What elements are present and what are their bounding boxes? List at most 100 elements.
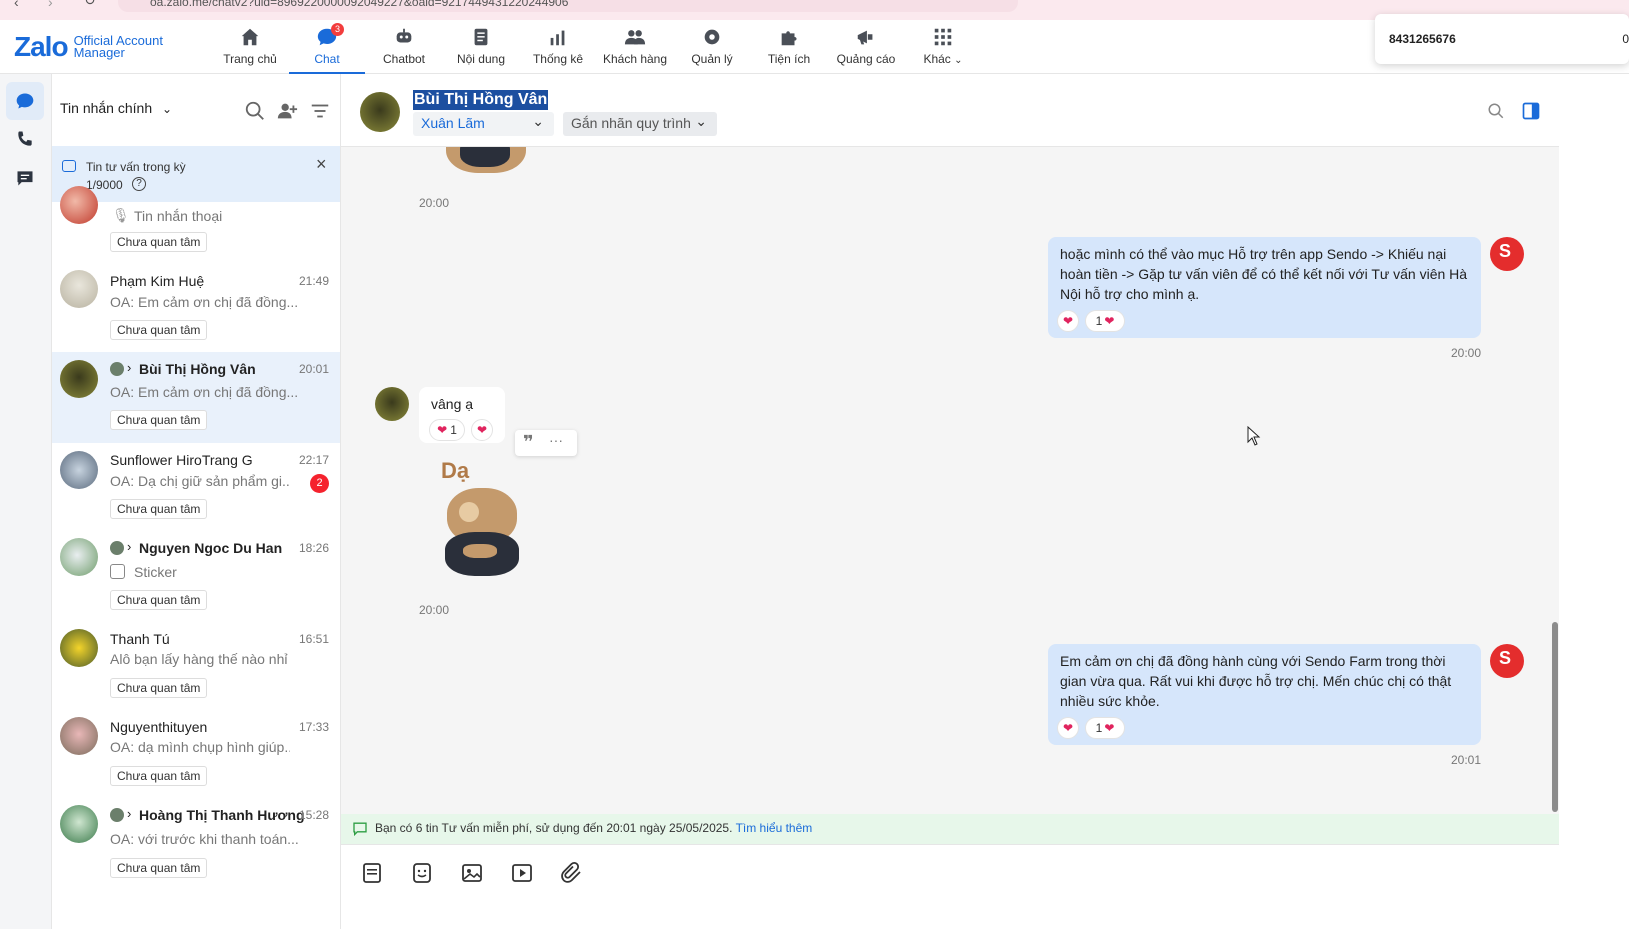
oa-avatar: S bbox=[1490, 644, 1524, 678]
conversation-item[interactable]: Nguyenthituyen 17:33 OA: dạ mình chụp hì… bbox=[52, 709, 340, 797]
chat-scrollbar[interactable] bbox=[1552, 622, 1558, 812]
conversation-time: 15:28 bbox=[298, 808, 329, 822]
video-icon[interactable] bbox=[510, 861, 534, 885]
conversation-name: Nguyen Ngoc Du Han bbox=[139, 540, 283, 556]
assignee-select[interactable]: Xuân Lãm ⌄ bbox=[413, 112, 554, 136]
avatar bbox=[60, 451, 98, 489]
attachment-icon[interactable] bbox=[560, 861, 584, 885]
reaction-count[interactable]: 1 ❤ bbox=[1085, 310, 1125, 332]
nav-chat[interactable]: 3 Chat bbox=[289, 20, 365, 74]
status-tag[interactable]: Chưa quan tâm bbox=[110, 410, 208, 430]
conversation-time: 21:49 bbox=[298, 274, 329, 288]
chevron-down-icon: ⌄ bbox=[532, 113, 544, 129]
oa-prefix: OA: bbox=[110, 294, 135, 310]
add-contact-icon[interactable] bbox=[276, 100, 298, 122]
sticker-icon[interactable] bbox=[410, 861, 434, 885]
rail-calls-button[interactable] bbox=[6, 120, 44, 158]
search-icon[interactable] bbox=[244, 100, 266, 122]
nav-content[interactable]: Nội dung bbox=[443, 20, 519, 74]
contact-avatar[interactable] bbox=[360, 92, 400, 132]
status-tag[interactable]: Chưa quan tâm bbox=[110, 232, 208, 252]
chevron-down-icon: ⌄ bbox=[162, 102, 173, 116]
zalo-oa-logo[interactable]: Zalo Official Account Manager bbox=[14, 30, 163, 64]
status-tag[interactable]: Chưa quan tâm bbox=[110, 766, 208, 786]
assignee-avatar bbox=[110, 808, 124, 822]
address-bar[interactable]: oa.zalo.me/chatv2?uid=896922000009204922… bbox=[118, 0, 1018, 12]
avatar bbox=[60, 805, 98, 843]
reaction-count[interactable]: ❤ 1 bbox=[429, 419, 465, 441]
inbox-filter-dropdown[interactable]: Tin nhắn chính ⌄ bbox=[60, 100, 172, 116]
heart-icon[interactable]: ❤ bbox=[471, 419, 493, 441]
search-icon[interactable] bbox=[1487, 102, 1505, 120]
conversation-preview: Tin nhắn thoại bbox=[134, 208, 223, 224]
phone-icon bbox=[18, 131, 32, 146]
microphone-icon: 🎙 bbox=[112, 207, 130, 223]
nav-statistics[interactable]: Thống kê bbox=[520, 20, 596, 74]
contact-name[interactable]: Bùi Thị Hồng Vân bbox=[413, 90, 549, 110]
reaction-count-value: 1 bbox=[1095, 721, 1103, 735]
heart-icon[interactable]: ❤ bbox=[1057, 310, 1079, 332]
nav-ads[interactable]: Quảng cáo bbox=[828, 20, 904, 74]
chat-pane: Bùi Thị Hồng Vân Xuân Lãm ⌄ Gắn nhãn quy… bbox=[341, 74, 1559, 929]
process-label-select[interactable]: Gắn nhãn quy trình ⌄ bbox=[563, 112, 717, 136]
sticker-image-partial bbox=[442, 147, 530, 175]
nav-customers[interactable]: Khách hàng bbox=[597, 20, 673, 74]
message-icon bbox=[353, 822, 367, 836]
side-panel-toggle-icon[interactable] bbox=[1521, 101, 1541, 121]
conversation-item[interactable]: Sunflower HiroTrang G 22:17 OA: Dạ chị g… bbox=[52, 443, 340, 530]
template-icon[interactable] bbox=[360, 861, 384, 885]
sticker-image[interactable]: Dạ bbox=[433, 458, 533, 582]
conversation-item-active[interactable]: › Bùi Thị Hồng Vân 20:01 OA: Em cảm ơn c… bbox=[52, 352, 340, 443]
back-icon[interactable]: ‹ bbox=[14, 0, 19, 10]
message-actions: ❞ ··· bbox=[515, 430, 577, 456]
consult-quota-banner: Tin tư vấn trong kỳ 1/9000 ? × bbox=[52, 146, 340, 202]
process-label-text: Gắn nhãn quy trình bbox=[571, 115, 691, 131]
conversation-item[interactable]: › Nguyen Ngoc Du Han 18:26 Sticker Chưa … bbox=[52, 530, 340, 621]
conversation-name: Nguyenthituyen bbox=[110, 719, 208, 735]
rail-messages-button[interactable] bbox=[6, 82, 44, 120]
oa-prefix: OA: bbox=[110, 473, 135, 489]
chevron-right-icon: › bbox=[127, 360, 132, 375]
status-tag[interactable]: Chưa quan tâm bbox=[110, 499, 208, 519]
users-icon bbox=[624, 30, 646, 45]
conversation-list-header: Tin nhắn chính ⌄ bbox=[52, 74, 340, 146]
inbox-filter-label: Tin nhắn chính bbox=[60, 100, 153, 116]
rail-comments-button[interactable] bbox=[6, 159, 44, 197]
status-tag[interactable]: Chưa quan tâm bbox=[110, 858, 208, 878]
nav-more[interactable]: Khác ⌄ bbox=[905, 20, 981, 74]
nav-chatbot-label: Chatbot bbox=[382, 52, 426, 66]
filter-icon[interactable] bbox=[309, 100, 331, 122]
nav-chatbot[interactable]: Chatbot bbox=[366, 20, 442, 74]
conversation-item[interactable]: Thanh Tú 16:51 Alô bạn lấy hàng thế nào … bbox=[52, 621, 340, 709]
quote-icon[interactable]: ❞ bbox=[523, 432, 534, 453]
message-text: hoặc mình có thể vào mục Hỗ trợ trên app… bbox=[1060, 246, 1468, 302]
reaction-count[interactable]: 1 ❤ bbox=[1085, 717, 1125, 739]
close-icon[interactable]: × bbox=[316, 154, 327, 175]
bar-chart-icon bbox=[550, 30, 565, 46]
nav-home[interactable]: Trang chủ bbox=[212, 20, 288, 74]
forward-icon[interactable]: › bbox=[48, 0, 53, 10]
conversation-item[interactable]: Phạm Kim Huệ 21:49 OA: Em cảm ơn chị đã … bbox=[52, 266, 340, 353]
nav-utilities[interactable]: Tiện ích bbox=[751, 20, 827, 74]
heart-icon[interactable]: ❤ bbox=[1057, 717, 1079, 739]
message-icon bbox=[62, 160, 76, 172]
conversation-item[interactable]: › Hoàng Thị Thanh Hương 15:28 OA: với tr… bbox=[52, 797, 340, 889]
status-tag[interactable]: Chưa quan tâm bbox=[110, 678, 208, 698]
logo-line2: Manager bbox=[73, 45, 125, 60]
conversation-preview: với trước khi thanh toán... bbox=[138, 831, 299, 847]
reaction-count-value: 1 bbox=[450, 423, 457, 437]
phone-number: 8431265676 bbox=[1389, 32, 1456, 46]
reaction-count-value: 1 bbox=[1095, 314, 1103, 328]
sticker-icon bbox=[110, 564, 125, 579]
nav-management[interactable]: Quản lý bbox=[674, 20, 750, 74]
nav-more-label: Khác bbox=[923, 52, 951, 66]
more-icon[interactable]: ··· bbox=[549, 432, 563, 448]
reload-icon[interactable]: ↻ bbox=[84, 0, 96, 9]
image-icon[interactable] bbox=[460, 861, 484, 885]
help-icon[interactable]: ? bbox=[132, 177, 146, 191]
phone-popup[interactable]: 8431265676 0 bbox=[1375, 14, 1629, 64]
nav-content-label: Nội dung bbox=[456, 52, 506, 66]
status-tag[interactable]: Chưa quan tâm bbox=[110, 320, 208, 340]
status-tag[interactable]: Chưa quan tâm bbox=[110, 590, 208, 610]
learn-more-link[interactable]: Tìm hiểu thêm bbox=[736, 821, 813, 835]
